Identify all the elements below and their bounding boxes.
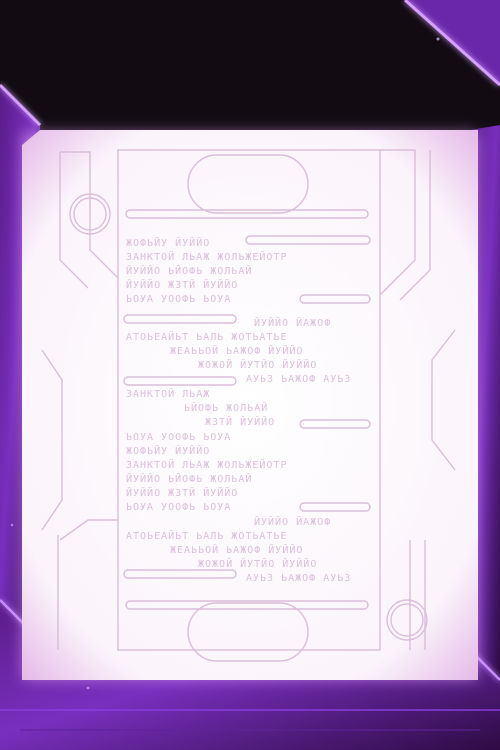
glyph-line: ЬЙОФЬ ЖОЛЬАЙ	[184, 401, 268, 414]
glyph-line: ЬОУА УООФЬ ЬОУА	[126, 432, 231, 443]
glyph-line: ЙУЙЙО ЙАЖОФ	[254, 515, 331, 528]
glyph-line: ЖЕАЬЬОЙ ЬАЖОФ ЙУЙЙО	[170, 543, 303, 556]
glyph-line: ЗАНКТОЙ ЛЬАЖ ЖОЛЬЖЕЙОТР	[126, 458, 287, 471]
glyph-line: ЬОУА УООФЬ ЬОУА	[126, 294, 231, 305]
glyph-line: ЖОЖОЙ ЙУТЙО ЙУЙЙО	[198, 358, 317, 371]
frame-artwork: ЖОФЬЙУ ЙУЙЙО ЗАНКТОЙ ЛЬАЖ ЖОЛЬЖЕЙОТР ЙУЙ…	[0, 0, 500, 750]
glyph-line: ЖОФЬЙУ ЙУЙЙО	[126, 236, 210, 249]
glyph-line: ЙУЙЙО ЬЙОФЬ ЖОЛЬАЙ	[126, 472, 252, 485]
glyph-line: ЙУЙЙО ЙАЖОФ	[254, 316, 331, 329]
glyph-line: ЙУЙЙО ЬЙОФЬ ЖОЛЬАЙ	[126, 264, 252, 277]
sci-fi-frame-scene: ЖОФЬЙУ ЙУЙЙО ЗАНКТОЙ ЛЬАЖ ЖОЛЬЖЕЙОТР ЙУЙ…	[0, 0, 500, 750]
glyph-line: ЗАНКТОЙ ЛЬАЖ	[126, 387, 210, 400]
glyph-line: ЖЗТЙ ЙУЙЙО	[205, 415, 275, 428]
glyph-line: АУЬЗ ЬАЖОФ АУЬЗ	[246, 573, 351, 584]
glyph-line: ЬОУА УООФЬ ЬОУА	[126, 502, 231, 513]
glyph-line: ЖЕАЬЬОЙ ЬАЖОФ ЙУЙЙО	[170, 344, 303, 357]
glyph-line: ЖОЖОЙ ЙУТЙО ЙУЙЙО	[198, 557, 317, 570]
glyph-line: ЙУЙЙО ЖЗТЙ ЙУЙЙО	[126, 486, 238, 499]
glyph-line: АТОЬЕАЙЬТ ЬАЛЬ ЖОТЬАТЬЕ	[126, 330, 287, 343]
glyph-line: ЗАНКТОЙ ЛЬАЖ ЖОЛЬЖЕЙОТР	[126, 250, 287, 263]
glyph-line: АТОЬЕАЙЬТ ЬАЛЬ ЖОТЬАТЬЕ	[126, 529, 287, 542]
glyph-line: ЖОФЬЙУ ЙУЙЙО	[126, 444, 210, 457]
glyph-line: ЙУЙЙО ЖЗТЙ ЙУЙЙО	[126, 278, 238, 291]
glyph-line: АУЬЗ ЬАЖОФ АУЬЗ	[246, 374, 351, 385]
